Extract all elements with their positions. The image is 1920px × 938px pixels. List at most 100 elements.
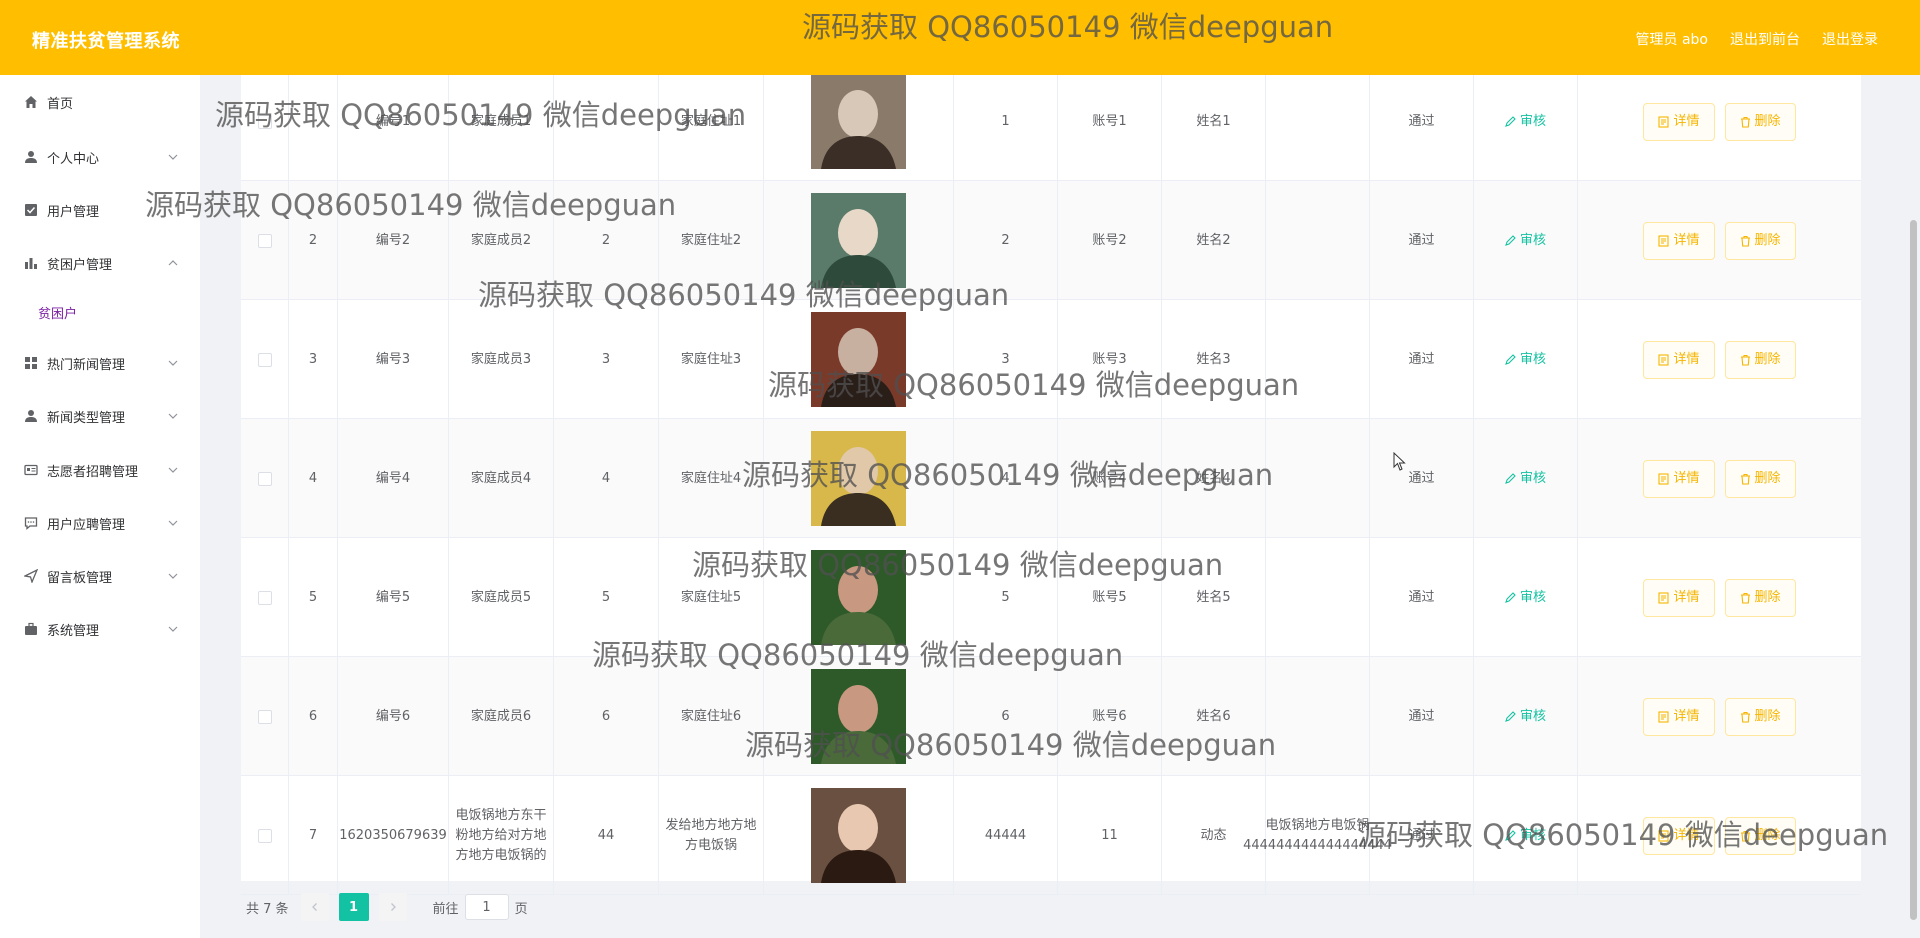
- goto-page-input[interactable]: [464, 894, 509, 920]
- household-photo: [811, 193, 906, 288]
- review-link[interactable]: 审核: [1505, 112, 1546, 132]
- top-header: 精准扶贫管理系统 管理员 abo 退出到前台 退出登录 源码获取 QQ86050…: [0, 0, 1920, 75]
- sidebar-item-volunteer-recruit-management[interactable]: 志愿者招聘管理: [0, 450, 200, 490]
- table-row: 3 编号3 家庭成员3 3 家庭住址3 3 账号3 姓名3 通过 审核 详情 删除: [241, 300, 1861, 419]
- chevron-down-icon: [168, 413, 178, 419]
- page-number-1[interactable]: 1: [338, 893, 369, 921]
- next-page-button[interactable]: [378, 893, 407, 921]
- review-link[interactable]: 审核: [1505, 469, 1546, 489]
- cell-num: 3: [954, 300, 1058, 419]
- prev-page-button[interactable]: [300, 893, 329, 921]
- delete-button[interactable]: 删除: [1724, 578, 1796, 617]
- chevron-left-icon: [311, 903, 317, 911]
- row-checkbox-cell: [241, 300, 289, 419]
- sidebar-item-personal-center[interactable]: 个人中心: [0, 137, 200, 177]
- detail-button[interactable]: 详情: [1643, 340, 1715, 379]
- document-icon: [1658, 829, 1670, 842]
- cell-index: 3: [289, 300, 338, 419]
- row-checkbox-cell: [241, 419, 289, 538]
- sidebar-item-poor-household-management[interactable]: 贫困户管理: [0, 243, 200, 283]
- delete-button[interactable]: 删除: [1724, 816, 1796, 855]
- delete-button-label: 删除: [1754, 827, 1781, 843]
- cell-account: 账号6: [1058, 657, 1162, 776]
- review-label: 审核: [1519, 827, 1546, 843]
- actions-cell: 详情 删除: [1578, 776, 1861, 895]
- cell-account: 账号5: [1058, 538, 1162, 657]
- delete-button-label: 删除: [1754, 708, 1781, 724]
- admin-user-label[interactable]: 管理员 abo: [1636, 29, 1708, 49]
- pagination-goto: 前往 页: [433, 894, 528, 920]
- delete-button[interactable]: 删除: [1724, 221, 1796, 260]
- document-icon: [1658, 591, 1670, 604]
- chevron-down-icon: [168, 360, 178, 366]
- review-link[interactable]: 审核: [1505, 588, 1546, 608]
- cell-name: 姓名1: [1162, 62, 1266, 181]
- detail-button[interactable]: 详情: [1643, 697, 1715, 736]
- delete-button[interactable]: 删除: [1724, 697, 1796, 736]
- review-link[interactable]: 审核: [1505, 707, 1546, 727]
- edit-icon: [1505, 116, 1516, 127]
- cell-index: 4: [289, 419, 338, 538]
- sidebar-item-news-type-management[interactable]: 新闻类型管理: [0, 396, 200, 436]
- row-checkbox[interactable]: [257, 590, 272, 605]
- review-label: 审核: [1519, 708, 1546, 724]
- chevron-down-icon: [168, 626, 178, 632]
- row-checkbox[interactable]: [257, 352, 272, 367]
- logout-link[interactable]: 退出登录: [1822, 29, 1878, 49]
- cell-status: 通过: [1370, 419, 1474, 538]
- sidebar-item-system-management[interactable]: 系统管理: [0, 609, 200, 649]
- detail-button[interactable]: 详情: [1643, 578, 1715, 617]
- row-checkbox[interactable]: [257, 233, 272, 248]
- exit-to-front-link[interactable]: 退出到前台: [1730, 29, 1800, 49]
- cell-name: 姓名2: [1162, 181, 1266, 300]
- user-icon: [23, 150, 38, 165]
- cell-status: 通过: [1370, 300, 1474, 419]
- row-checkbox[interactable]: [257, 828, 272, 843]
- cell-account: 11: [1058, 776, 1162, 895]
- row-checkbox[interactable]: [257, 114, 272, 129]
- review-cell: 审核: [1474, 300, 1578, 419]
- goto-suffix: 页: [514, 901, 528, 917]
- page-scrollbar[interactable]: [1910, 220, 1917, 920]
- delete-button-label: 删除: [1754, 232, 1781, 248]
- cell-index: 5: [289, 538, 338, 657]
- review-link[interactable]: 审核: [1505, 231, 1546, 251]
- cell-count: 3: [554, 300, 659, 419]
- data-table: 编号1 家庭成员1 家庭住址1 1 账号1 姓名1 通过 审核 详情 删除 2 编号2 家庭成员2 2 家庭…: [241, 62, 1861, 895]
- detail-button[interactable]: 详情: [1643, 221, 1715, 260]
- household-photo: [811, 431, 906, 526]
- cell-address: 发给地方地方地方电饭锅: [659, 776, 764, 895]
- sidebar-item-user-application-management[interactable]: 用户应聘管理: [0, 503, 200, 543]
- delete-button[interactable]: 删除: [1724, 459, 1796, 498]
- cell-name: 姓名5: [1162, 538, 1266, 657]
- row-checkbox[interactable]: [257, 709, 272, 724]
- delete-button[interactable]: 删除: [1724, 102, 1796, 141]
- sidebar-item-home[interactable]: 首页: [0, 82, 200, 122]
- cell-account: 账号4: [1058, 419, 1162, 538]
- mouse-cursor-icon: [1393, 452, 1406, 471]
- sidebar-item-user-management[interactable]: 用户管理: [0, 190, 200, 230]
- review-link[interactable]: 审核: [1505, 350, 1546, 370]
- cell-name: 姓名4: [1162, 419, 1266, 538]
- detail-button[interactable]: 详情: [1643, 102, 1715, 141]
- sidebar-item-hot-news-management[interactable]: 热门新闻管理: [0, 343, 200, 383]
- chevron-down-icon: [168, 573, 178, 579]
- review-link[interactable]: 审核: [1505, 826, 1546, 846]
- edit-icon: [1505, 473, 1516, 484]
- detail-button-label: 详情: [1673, 351, 1700, 367]
- detail-button[interactable]: 详情: [1643, 459, 1715, 498]
- trash-icon: [1740, 711, 1750, 723]
- detail-button-label: 详情: [1673, 827, 1700, 843]
- delete-button[interactable]: 删除: [1724, 340, 1796, 379]
- detail-button[interactable]: 详情: [1643, 816, 1715, 855]
- cell-status: 通过: [1370, 62, 1474, 181]
- review-cell: 审核: [1474, 181, 1578, 300]
- cell-family: 家庭成员1: [449, 62, 554, 181]
- sidebar-subitem-poor-household[interactable]: 贫困户: [0, 294, 200, 330]
- bar-chart-icon: [23, 256, 38, 271]
- sidebar-item-message-board-management[interactable]: 留言板管理: [0, 556, 200, 596]
- pagination-total: 共 7 条: [246, 901, 289, 917]
- row-checkbox[interactable]: [257, 471, 272, 486]
- photo-cell: [764, 300, 954, 419]
- cell-count: 4: [554, 419, 659, 538]
